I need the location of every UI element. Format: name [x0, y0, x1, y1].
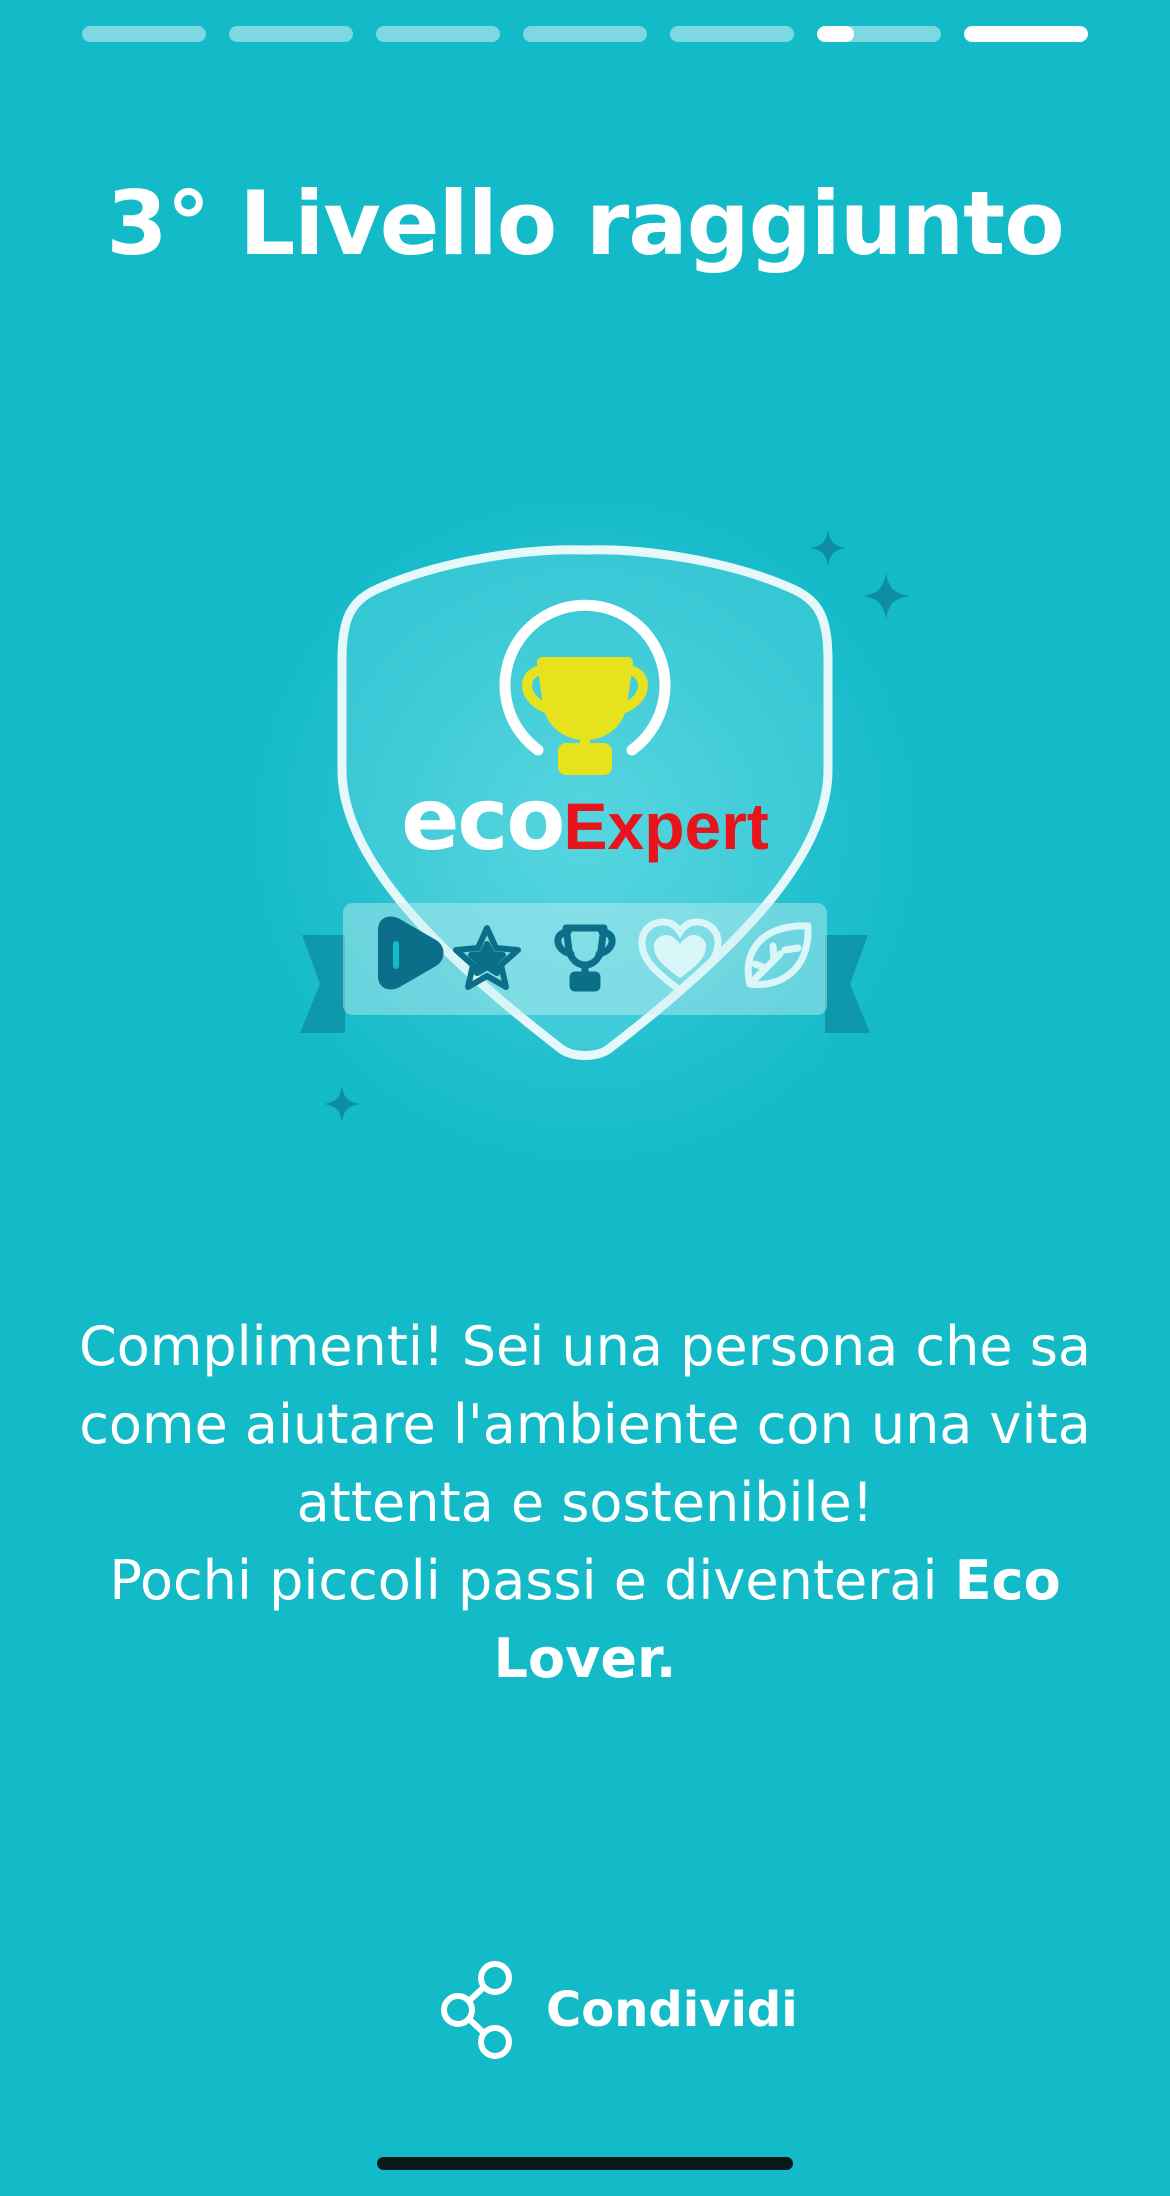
home-indicator[interactable] — [377, 2157, 793, 2170]
progress-segment — [817, 26, 941, 42]
progress-segment — [523, 26, 647, 42]
progress-segment — [670, 26, 794, 42]
progress-segment-fill — [964, 26, 1088, 42]
progress-segment — [376, 26, 500, 42]
badge-title: ecoExpert — [380, 770, 790, 870]
badge-brand-suffix: Expert — [563, 789, 769, 863]
progress-segment — [229, 26, 353, 42]
progress-segment — [964, 26, 1088, 42]
message-line-1: Complimenti! Sei una persona che sa come… — [79, 1315, 1091, 1534]
share-button[interactable]: Condividi — [440, 1955, 798, 2065]
share-label: Condividi — [546, 1982, 798, 2038]
share-icon — [441, 1961, 512, 2059]
progress-segment-fill — [817, 26, 855, 42]
story-progress-bar — [82, 26, 1088, 44]
message-line-2: Pochi piccoli passi e diventerai — [109, 1549, 955, 1612]
badge-brand-prefix: eco — [401, 770, 565, 870]
page-title: 3° Livello raggiunto — [106, 172, 1064, 275]
sparkle-icon — [324, 1086, 360, 1122]
progress-segment — [82, 26, 206, 42]
congratulations-message: Complimenti! Sei una persona che sa come… — [70, 1308, 1100, 1698]
